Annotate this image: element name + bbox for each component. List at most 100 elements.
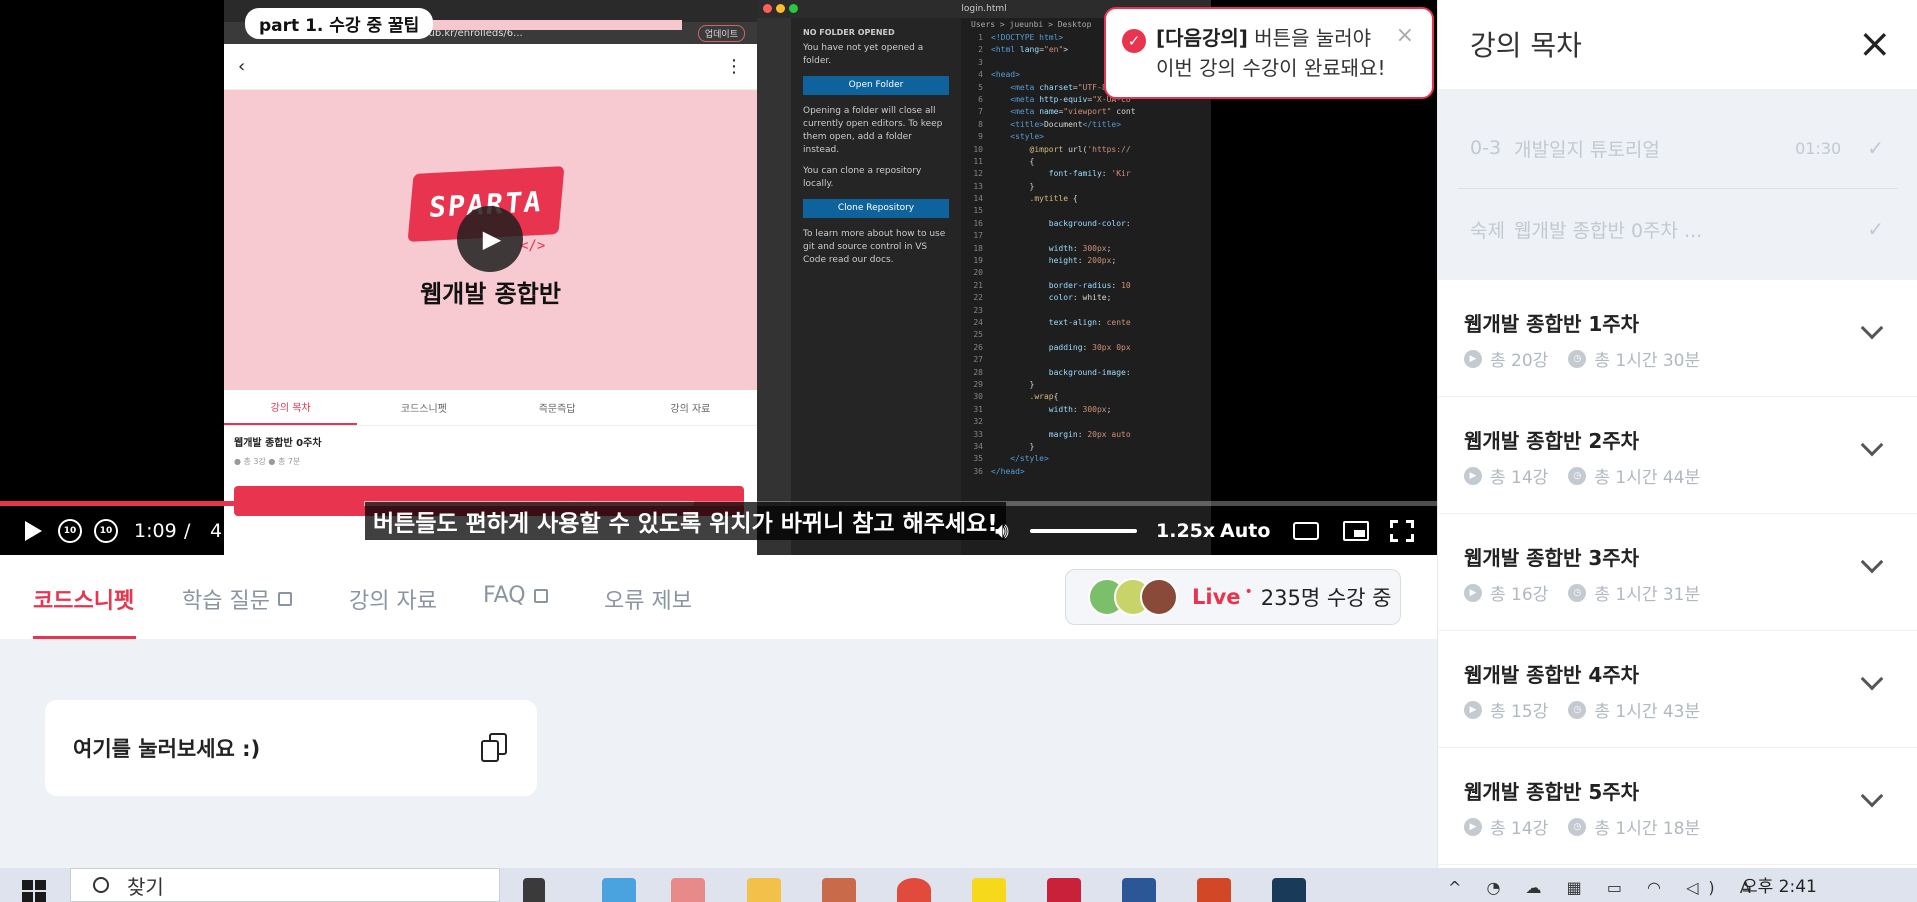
explorer-text: You can clone a repository locally. — [803, 166, 922, 189]
week-meta: ▶ 총 14강 ◷ 총 1시간 18분 — [1464, 814, 1700, 839]
live-label: Live — [1192, 585, 1241, 609]
chrome-icon[interactable] — [897, 878, 931, 902]
week-time: 총 1시간 43분 — [1594, 702, 1701, 722]
lecture-title: 개발일지 튜토리얼 — [1514, 138, 1660, 161]
system-tray[interactable]: ^ ◔ ☁ ▦ ▭ ◠ ◁) A — [1448, 878, 1761, 897]
played-bar — [0, 501, 364, 506]
chevron-down-icon[interactable] — [1860, 316, 1884, 340]
taskbar-search[interactable]: 찾기 — [70, 868, 500, 902]
part-label: part 1. 수강 중 꿀팁 — [245, 8, 434, 39]
week-title: 웹개발 종합반 2주차 — [1464, 429, 1640, 453]
course-hero: SPARTA </> 웹개발 종합반 ▶ — [224, 90, 757, 390]
tab-label: 강의 자료 — [349, 589, 437, 614]
week-section[interactable]: 웹개발 종합반 1주차 ▶ 총 20강 ◷ 총 1시간 30분 — [1438, 280, 1917, 397]
live-count: 235명 수강 중 — [1260, 586, 1392, 610]
lecture-count: 총 16강 — [1490, 585, 1549, 605]
lecture-count: 총 14강 — [1490, 468, 1549, 488]
fullscreen-icon[interactable] — [1390, 520, 1414, 542]
app-icon[interactable] — [1047, 878, 1081, 902]
word-icon[interactable] — [1122, 878, 1156, 902]
close-icon[interactable]: × — [1396, 21, 1414, 51]
pip-icon[interactable] — [1343, 521, 1369, 541]
app-icon[interactable] — [602, 878, 636, 902]
lecture-number: 숙제 — [1470, 219, 1505, 242]
code-snippet-card[interactable]: 여기를 눌러보세요 :) — [45, 700, 537, 796]
week-section[interactable]: 웹개발 종합반 3주차 ▶ 총 16강 ◷ 총 1시간 31분 — [1438, 514, 1917, 631]
volume-icon[interactable]: 🔊︎ — [995, 519, 1009, 544]
week-time: 총 1시간 31분 — [1594, 585, 1701, 605]
search-placeholder: 찾기 — [127, 874, 164, 899]
live-dot-icon: • — [1244, 584, 1253, 600]
lecture-duration: 01:30 — [1795, 138, 1842, 158]
app-icon[interactable] — [1272, 878, 1306, 902]
week-time: 총 1시간 18분 — [1594, 819, 1701, 839]
chevron-down-icon[interactable] — [1860, 550, 1884, 574]
clock-icon: ◷ — [1568, 466, 1587, 485]
video-controls: 10 10 1:09 / 4:33 🔊︎ 1.25x Auto — [0, 514, 1437, 548]
lecture-count: 총 15강 — [1490, 702, 1549, 722]
week-section[interactable]: 웹개발 종합반 4주차 ▶ 총 15강 ◷ 총 1시간 43분 — [1438, 631, 1917, 748]
lecture-item[interactable]: 0-3 개발일지 튜토리얼 01:30 ✓ — [1458, 108, 1898, 188]
vscode-explorer: NO FOLDER OPENED You have not yet opened… — [791, 18, 961, 555]
tab-question[interactable]: 학습 질문 — [182, 583, 292, 615]
code-tag: </> — [520, 238, 546, 254]
duration: 4:33 — [210, 520, 253, 542]
embedded-page-header: ‹ ⋮ — [224, 44, 757, 90]
forward-10-icon[interactable]: 10 — [94, 519, 118, 543]
clock-icon: ◷ — [1568, 817, 1587, 836]
play-icon: ▶ — [482, 225, 502, 253]
rewind-10-icon[interactable]: 10 — [58, 519, 82, 543]
windows-start-icon[interactable] — [22, 880, 46, 902]
file-explorer-icon[interactable] — [747, 878, 781, 902]
week-title: 웹개발 종합반 4주차 — [1464, 663, 1640, 687]
chevron-down-icon[interactable] — [1860, 667, 1884, 691]
chevron-down-icon[interactable] — [1860, 784, 1884, 808]
lecture-item[interactable]: 숙제 웹개발 종합반 0주차 ... ✓ — [1458, 189, 1898, 269]
hero-title: 웹개발 종합반 — [420, 280, 561, 308]
week-meta: ▶ 총 15강 ◷ 총 1시간 43분 — [1464, 697, 1700, 722]
snippet-label: 여기를 눌러보세요 :) — [73, 737, 261, 761]
explorer-text: To learn more about how to use git and s… — [803, 229, 946, 265]
kakaotalk-icon[interactable] — [972, 878, 1006, 902]
embedded-tab: 코드스니펫 — [400, 404, 447, 415]
live-viewers-badge[interactable]: Live • 235명 수강 중 — [1065, 569, 1401, 625]
app-root: teamsparta.spartacodingclub.kr/enrolleds… — [0, 0, 1917, 902]
embedded-tab: 강의 자료 — [670, 404, 711, 415]
week-title: 웹개발 종합반 3주차 — [1464, 546, 1640, 570]
lecture-tabs: 코드스니펫 학습 질문 강의 자료 FAQ 오류 제보 Live • 235명 … — [0, 555, 1437, 639]
volume-slider[interactable] — [1030, 529, 1137, 533]
task-view-icon[interactable] — [523, 878, 545, 902]
copy-icon[interactable] — [481, 733, 509, 763]
week-section[interactable]: 웹개발 종합반 2주차 ▶ 총 14강 ◷ 총 1시간 44분 — [1438, 397, 1917, 514]
captions-icon[interactable] — [1293, 522, 1319, 540]
week-title: 웹개발 종합반 5주차 — [1464, 780, 1640, 804]
completed-lectures: 0-3 개발일지 튜토리얼 01:30 ✓ 숙제 웹개발 종합반 0주차 ...… — [1438, 90, 1917, 280]
tab-materials[interactable]: 강의 자료 — [349, 583, 437, 615]
week-section[interactable]: 웹개발 종합반 5주차 ▶ 총 14강 ◷ 총 1시간 18분 — [1438, 748, 1917, 865]
embedded-tab: 즉문즉답 — [538, 404, 576, 415]
quality-selector[interactable]: Auto — [1220, 520, 1270, 542]
play-icon[interactable] — [22, 519, 44, 543]
tab-report[interactable]: 오류 제보 — [604, 583, 692, 615]
time-separator: / — [184, 520, 191, 542]
sidebar-header: 강의 목차 × — [1438, 0, 1917, 90]
app-icon[interactable] — [822, 878, 856, 902]
powerpoint-icon[interactable] — [1197, 878, 1231, 902]
avatar — [1140, 578, 1178, 616]
center-play-button[interactable]: ▶ — [457, 206, 523, 272]
playback-speed[interactable]: 1.25x — [1156, 520, 1215, 542]
lecture-content: 코드스니펫 학습 질문 강의 자료 FAQ 오류 제보 Live • 235명 … — [0, 555, 1437, 868]
play-circle-icon: ▶ — [1464, 466, 1482, 485]
chevron-down-icon[interactable] — [1860, 433, 1884, 457]
clock-icon: ◷ — [1568, 583, 1587, 602]
check-icon: ✓ — [1867, 136, 1884, 160]
app-icon[interactable] — [671, 878, 705, 902]
clock-icon: ◷ — [1568, 700, 1587, 719]
tab-label: FAQ — [483, 583, 526, 608]
toast-line2: 이번 강의 수강이 완료돼요! — [1156, 56, 1386, 80]
tab-faq[interactable]: FAQ — [483, 583, 548, 608]
close-icon[interactable]: × — [1858, 24, 1892, 64]
clock-icon: ◷ — [1568, 349, 1587, 368]
tab-code-snippet[interactable]: 코드스니펫 — [33, 583, 134, 615]
embedded-week-title: 웹개발 종합반 0주차 — [234, 438, 322, 449]
